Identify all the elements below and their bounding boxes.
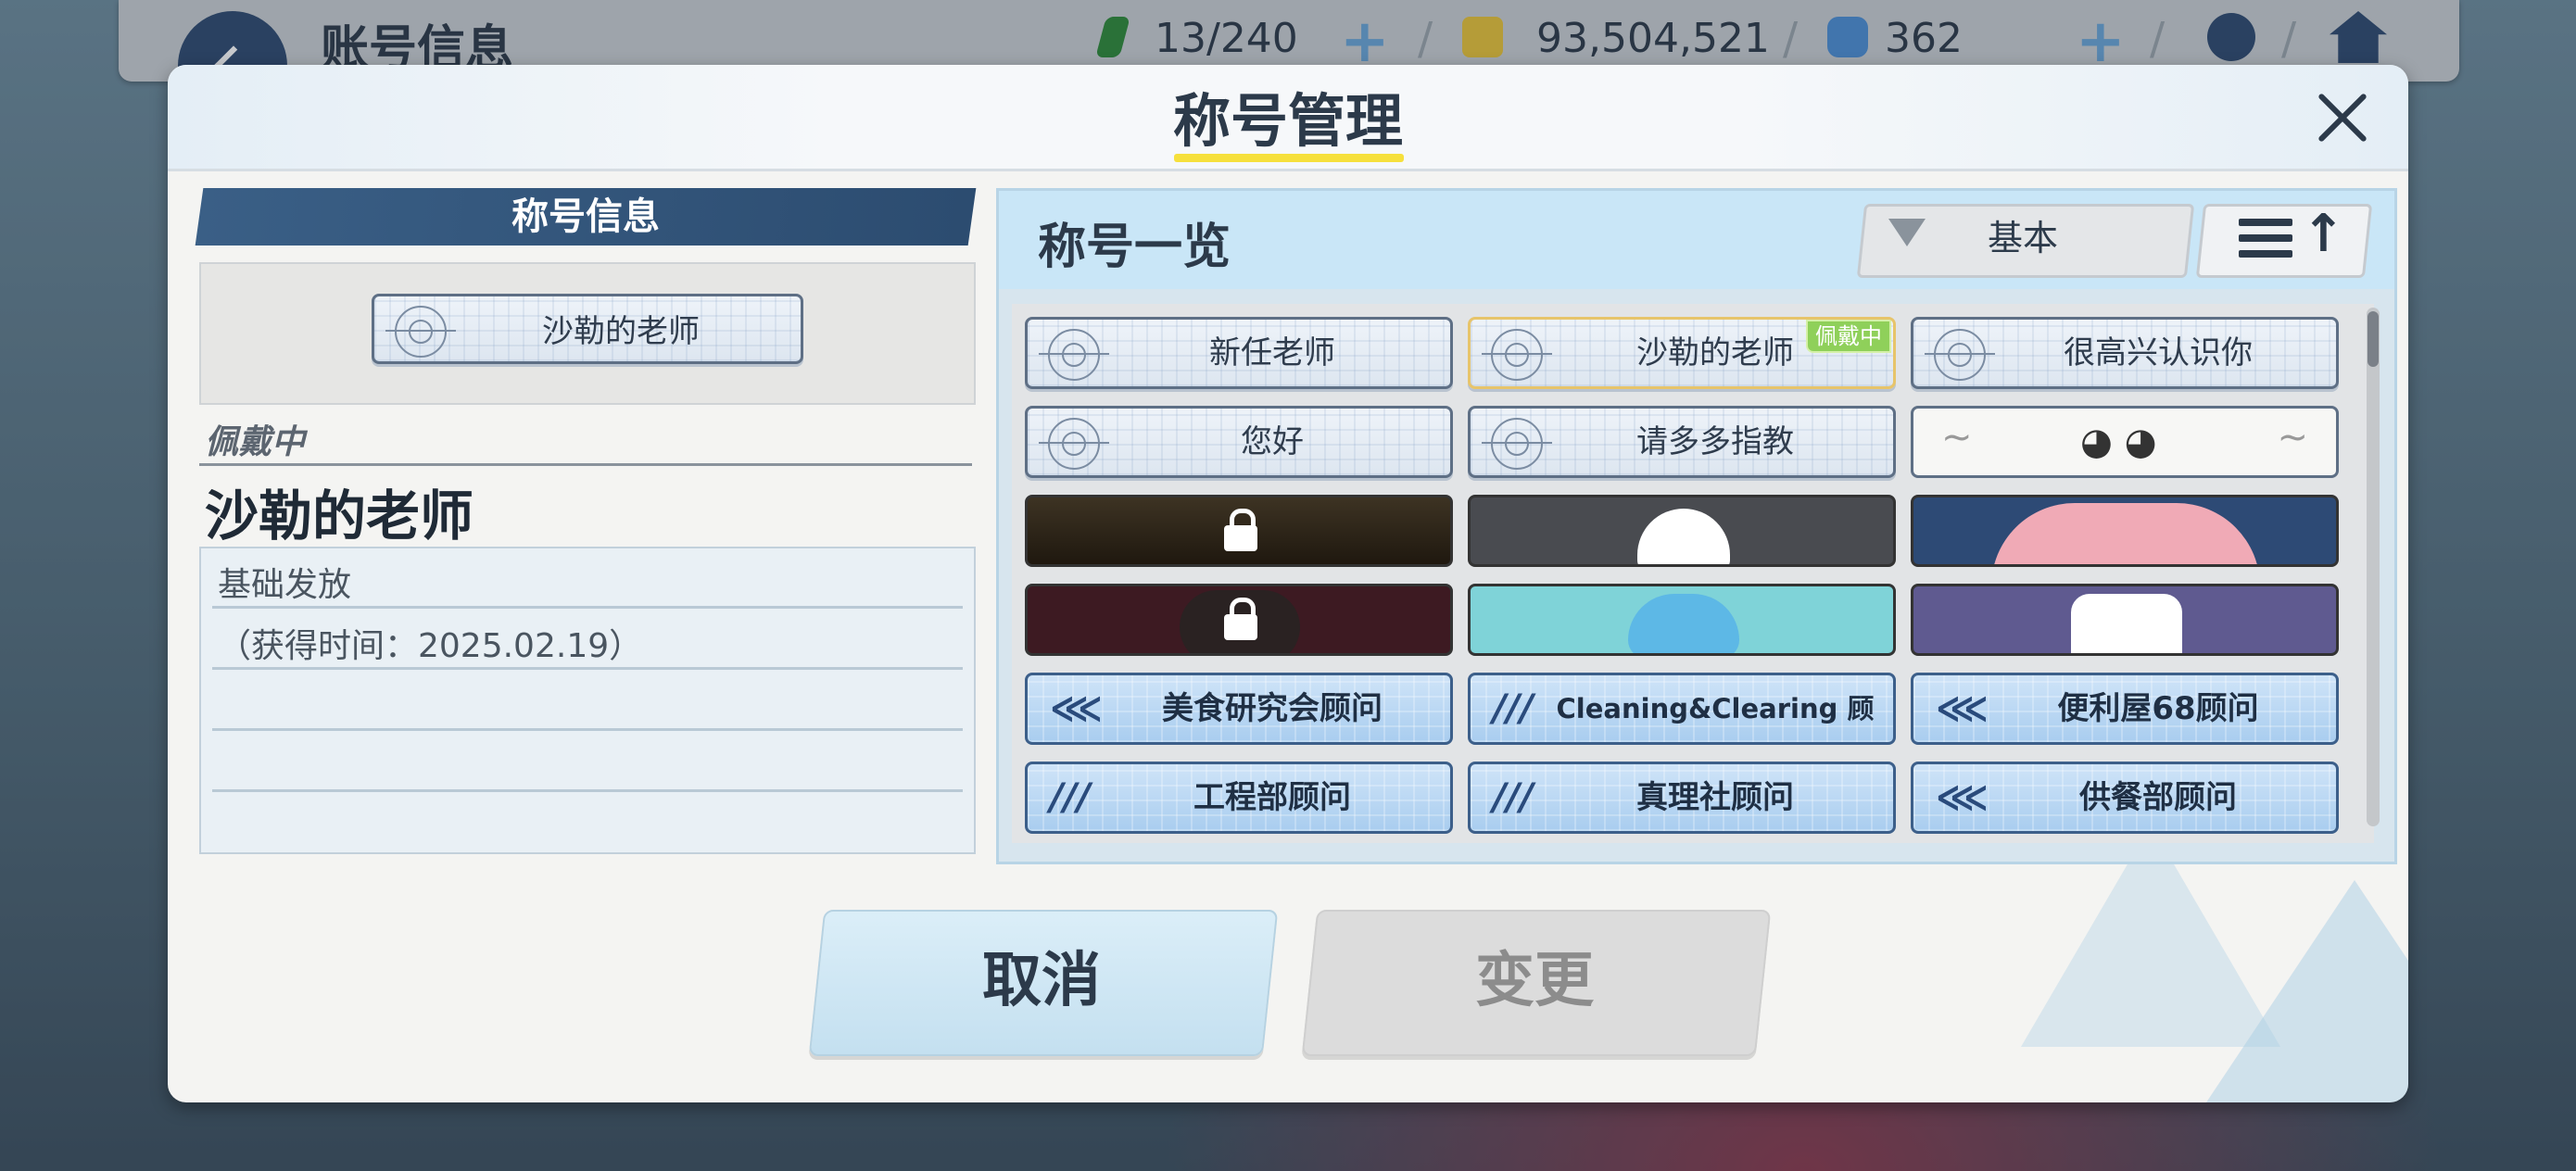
decor-triangle bbox=[2206, 880, 2408, 1102]
title-item-sticker[interactable] bbox=[1911, 584, 2339, 656]
title-item-label: 很高兴认识你 bbox=[2064, 334, 2253, 371]
dialog-title: 称号管理 bbox=[1172, 87, 1403, 155]
filter-label: 基本 bbox=[1987, 218, 2058, 258]
title-list-panel: 称号一览 基本 ↑ 新任老师 沙勒的老师 佩戴中 很高兴认识你 您好 请多多指教… bbox=[996, 188, 2397, 864]
lock-icon bbox=[1224, 509, 1257, 551]
crosshair-icon bbox=[385, 306, 456, 358]
millennium-logo-icon: /// bbox=[1493, 687, 1534, 730]
title-item-label: 新任老师 bbox=[1209, 334, 1335, 371]
winged-face-icon: ◕ ◕ bbox=[2080, 421, 2157, 463]
blue-bird-sticker-icon bbox=[1628, 594, 1739, 653]
title-item-sticker[interactable] bbox=[1468, 584, 1896, 656]
divider bbox=[212, 667, 963, 670]
title-item[interactable]: 新任老师 bbox=[1025, 317, 1453, 389]
title-item-selected[interactable]: 沙勒的老师 佩戴中 bbox=[1468, 317, 1896, 389]
equipped-plate: 沙勒的老师 bbox=[372, 294, 803, 364]
left-wing-icon: ~ bbox=[1941, 416, 1973, 459]
sort-ascending-icon: ↑ bbox=[2302, 204, 2345, 264]
list-title: 称号一览 bbox=[1038, 220, 1231, 275]
scrollbar-thumb[interactable] bbox=[2368, 311, 2379, 367]
title-item-label: 工程部顾问 bbox=[1193, 779, 1351, 816]
title-item-label: Cleaning&Clearing 顾问 bbox=[1556, 693, 1875, 724]
info-header: 称号信息 bbox=[511, 195, 660, 238]
gehenna-logo-icon: ⋘ bbox=[1936, 776, 1989, 819]
title-item-club[interactable]: /// 工程部顾问 bbox=[1025, 762, 1453, 834]
title-item-label: 便利屋68顾问 bbox=[2057, 690, 2259, 727]
title-item-club[interactable]: ⋘ 美食研究会顾问 bbox=[1025, 673, 1453, 745]
gourmet-club-logo-icon: ⋘ bbox=[1050, 687, 1103, 730]
cat-sticker-icon bbox=[2071, 594, 2182, 653]
gehenna-logo-icon: ⋘ bbox=[1936, 687, 1989, 730]
divider bbox=[212, 789, 963, 792]
acquired-date: （获得时间：2025.02.19） bbox=[218, 627, 643, 665]
title-item-label: 美食研究会顾问 bbox=[1162, 690, 1383, 727]
divider bbox=[212, 728, 963, 731]
divider bbox=[199, 463, 972, 466]
title-item-label: 请多多指教 bbox=[1636, 423, 1794, 460]
wearing-label: 佩戴中 bbox=[205, 423, 306, 461]
wearing-title-name: 沙勒的老师 bbox=[205, 485, 474, 548]
title-item-club[interactable]: /// Cleaning&Clearing 顾问 bbox=[1468, 673, 1896, 745]
crosshair-icon bbox=[1482, 329, 1552, 381]
title-item-club[interactable]: ⋘ 供餐部顾问 bbox=[1911, 762, 2339, 834]
title-management-dialog: 称号管理 称号信息 沙勒的老师 佩戴中 沙勒的老师 基础发放 （获得时间：202… bbox=[168, 65, 2408, 1102]
right-wing-icon: ~ bbox=[2277, 416, 2308, 459]
title-item-label: 您好 bbox=[1241, 423, 1304, 460]
lock-icon bbox=[1224, 598, 1257, 640]
title-item[interactable]: 请多多指教 bbox=[1468, 406, 1896, 478]
title-source: 基础发放 bbox=[218, 566, 352, 604]
change-button-label: 变更 bbox=[1475, 947, 1594, 1015]
equipped-badge: 佩戴中 bbox=[1806, 320, 1891, 353]
crosshair-icon bbox=[1039, 329, 1109, 381]
title-item[interactable]: 很高兴认识你 bbox=[1911, 317, 2339, 389]
crosshair-icon bbox=[1039, 418, 1109, 470]
title-item-sticker[interactable]: ◕ ◕ ~ ~ bbox=[1911, 406, 2339, 478]
close-icon[interactable] bbox=[2310, 85, 2375, 150]
sort-list-icon bbox=[2239, 219, 2292, 266]
millennium-logo-icon: /// bbox=[1050, 776, 1091, 819]
millennium-logo-icon: /// bbox=[1493, 776, 1534, 819]
panda-sticker-icon bbox=[1637, 509, 1730, 564]
title-item-club[interactable]: /// 真理社顾问 bbox=[1468, 762, 1896, 834]
title-item-sticker[interactable] bbox=[1468, 495, 1896, 567]
title-underline bbox=[1174, 154, 1404, 162]
title-item-label: 真理社顾问 bbox=[1636, 779, 1794, 816]
title-item-label: 供餐部顾问 bbox=[2079, 779, 2237, 816]
title-grid: 新任老师 沙勒的老师 佩戴中 很高兴认识你 您好 请多多指教 ◕ ◕ ~ ~ ⋘… bbox=[1012, 304, 2374, 843]
crosshair-icon bbox=[1925, 329, 1995, 381]
cancel-button-label: 取消 bbox=[982, 947, 1101, 1015]
title-item-club[interactable]: ⋘ 便利屋68顾问 bbox=[1911, 673, 2339, 745]
title-item-sticker-locked[interactable] bbox=[1025, 495, 1453, 567]
equipped-plate-label: 沙勒的老师 bbox=[542, 313, 700, 350]
title-item-sticker[interactable] bbox=[1911, 495, 2339, 567]
crosshair-icon bbox=[1482, 418, 1552, 470]
title-item[interactable]: 您好 bbox=[1025, 406, 1453, 478]
list-scrollbar[interactable] bbox=[2367, 308, 2380, 826]
equipped-preview-box: 沙勒的老师 bbox=[199, 262, 976, 405]
title-detail-box: 基础发放 （获得时间：2025.02.19） bbox=[199, 547, 976, 854]
title-item-sticker-locked[interactable] bbox=[1025, 584, 1453, 656]
pink-penguin-sticker-icon bbox=[1991, 503, 2260, 564]
divider bbox=[212, 606, 963, 609]
